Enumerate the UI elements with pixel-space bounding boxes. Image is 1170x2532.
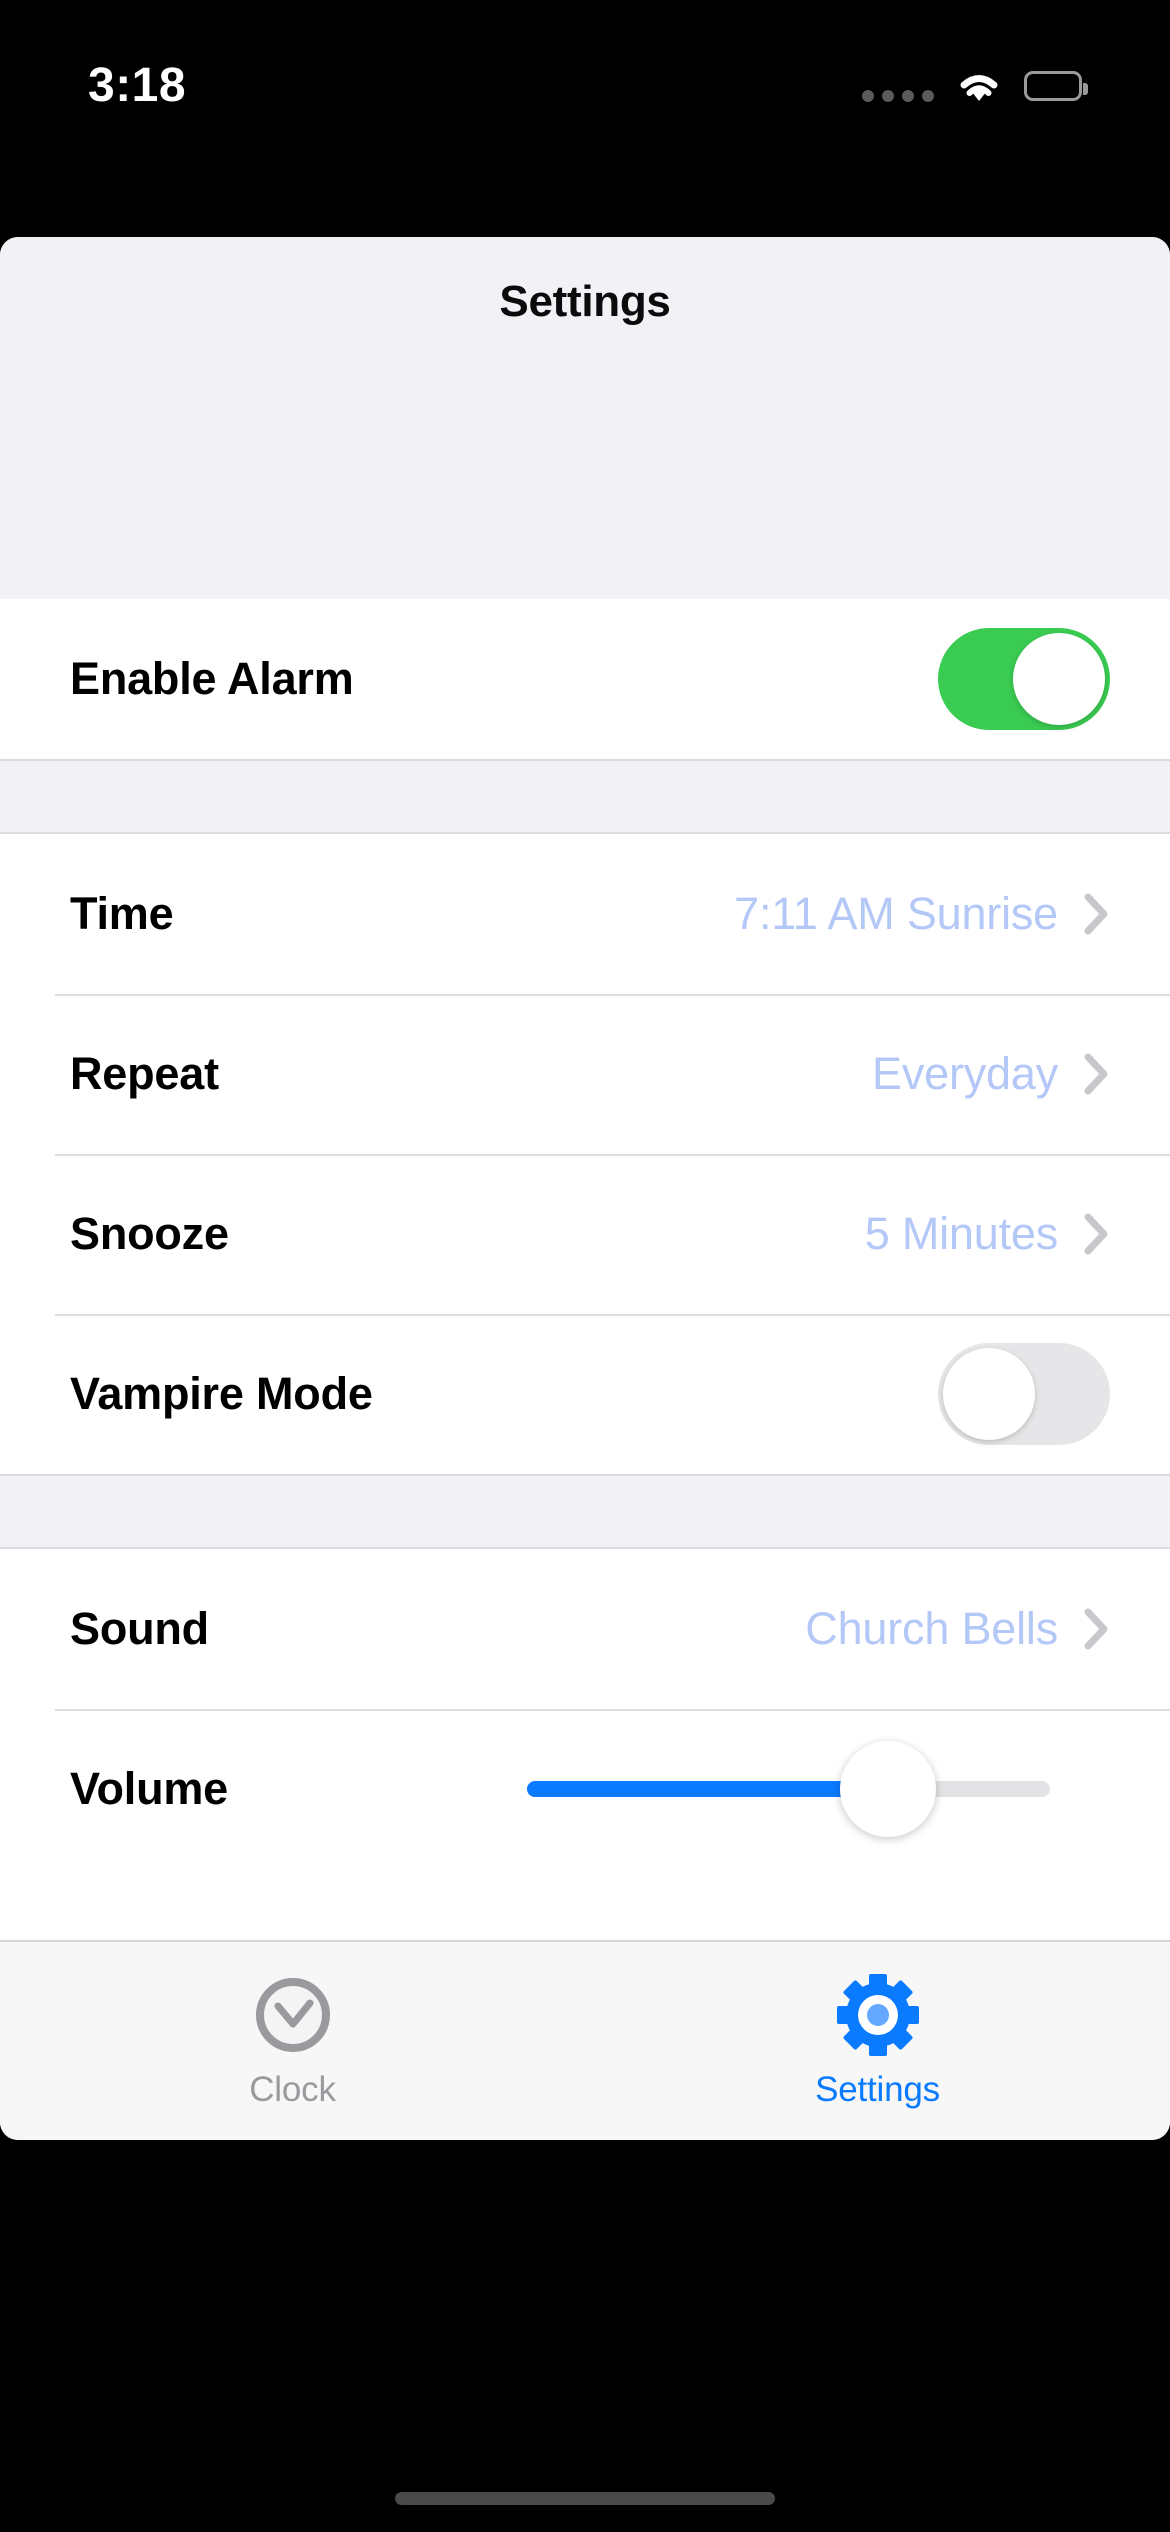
row-label: Vampire Mode: [70, 1368, 373, 1419]
vampire-mode-row[interactable]: Vampire Mode: [0, 1314, 1170, 1474]
tab-settings[interactable]: Settings: [585, 1942, 1170, 2140]
time-row[interactable]: Time 7:11 AM Sunrise: [0, 834, 1170, 994]
enable-alarm-toggle[interactable]: [938, 628, 1110, 730]
row-label: Sound: [70, 1603, 209, 1654]
row-label: Time: [70, 888, 174, 939]
cellular-dots-icon: [862, 66, 934, 106]
app-window: Settings Enable Alarm Time 7:11 AM Sunri…: [0, 237, 1170, 2140]
navigation-bar: Settings: [0, 237, 1170, 359]
wifi-icon: [956, 68, 1002, 104]
tab-bar: Clock Settings: [0, 1940, 1170, 2140]
status-bar: 3:18: [0, 0, 1170, 150]
slider-fill: [527, 1781, 888, 1797]
row-accessory: Church Bells: [805, 1603, 1110, 1655]
status-bar-time: 3:18: [88, 58, 187, 112]
row-label: Enable Alarm: [70, 653, 354, 704]
sound-row[interactable]: Sound Church Bells: [0, 1549, 1170, 1709]
row-accessory: 5 Minutes: [865, 1208, 1110, 1260]
vampire-mode-toggle[interactable]: [938, 1343, 1110, 1445]
tab-label: Clock: [249, 2070, 336, 2109]
row-accessory: [938, 628, 1110, 730]
repeat-row[interactable]: Repeat Everyday: [0, 994, 1170, 1154]
slider-thumb[interactable]: [839, 1741, 936, 1837]
row-accessory: Everyday: [872, 1048, 1110, 1100]
row-label: Volume: [70, 1763, 228, 1814]
chevron-right-icon: [1084, 1052, 1110, 1096]
row-value: Everyday: [872, 1048, 1058, 1099]
status-bar-indicators: [862, 66, 1088, 106]
toggle-knob: [943, 1348, 1035, 1440]
volume-row[interactable]: Volume: [0, 1709, 1170, 1869]
gear-icon: [835, 1972, 921, 2058]
row-value: Church Bells: [805, 1603, 1058, 1654]
battery-full-icon: [1024, 71, 1088, 101]
row-accessory: [527, 1738, 1050, 1840]
clock-icon: [250, 1972, 336, 2058]
chevron-right-icon: [1084, 1607, 1110, 1651]
row-accessory: 7:11 AM Sunrise: [734, 888, 1110, 940]
row-label: Snooze: [70, 1208, 229, 1259]
tab-clock[interactable]: Clock: [0, 1942, 585, 2140]
row-accessory: [938, 1343, 1110, 1445]
row-value: 5 Minutes: [864, 1208, 1058, 1259]
navigation-bar-spacer: [0, 359, 1170, 599]
chevron-right-icon: [1084, 1212, 1110, 1256]
tab-label: Settings: [815, 2070, 940, 2109]
snooze-row[interactable]: Snooze 5 Minutes: [0, 1154, 1170, 1314]
section-separator: [0, 759, 1170, 834]
volume-slider[interactable]: [527, 1738, 1050, 1840]
section-separator: [0, 1474, 1170, 1549]
toggle-knob: [1013, 633, 1105, 725]
row-value: 7:11 AM Sunrise: [734, 888, 1058, 939]
settings-table: Enable Alarm Time 7:11 AM Sunrise Repeat…: [0, 599, 1170, 1940]
enable-alarm-row[interactable]: Enable Alarm: [0, 599, 1170, 759]
chevron-right-icon: [1084, 892, 1110, 936]
page-title: Settings: [499, 277, 671, 326]
home-indicator: [395, 2492, 775, 2505]
row-label: Repeat: [70, 1048, 219, 1099]
